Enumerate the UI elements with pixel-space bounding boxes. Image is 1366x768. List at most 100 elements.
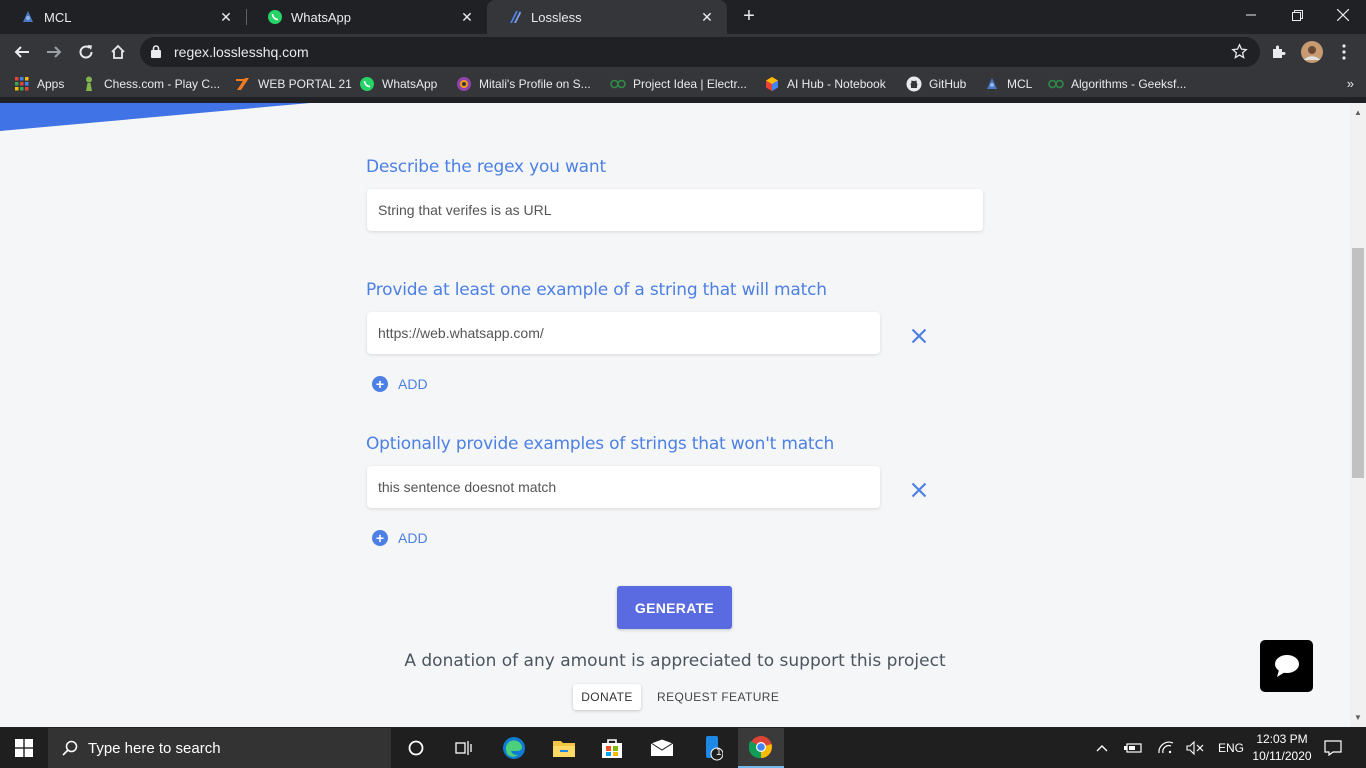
clock-time: 12:03 PM xyxy=(1256,732,1308,746)
home-icon xyxy=(111,44,125,59)
taskbar-search[interactable]: Type here to search xyxy=(48,728,391,768)
match-input[interactable] xyxy=(367,312,880,354)
close-tab-icon[interactable]: ✕ xyxy=(459,9,475,25)
github-icon xyxy=(906,76,922,92)
tab-whatsapp[interactable]: WhatsApp ✕ xyxy=(247,0,487,34)
restore-button[interactable] xyxy=(1274,0,1320,30)
browser-toolbar: regex.losslesshq.com xyxy=(0,34,1366,70)
match-label: Provide at least one example of a string… xyxy=(366,280,827,300)
bookmark-github[interactable]: GitHub xyxy=(906,70,966,98)
bookmark-whatsapp[interactable]: WhatsApp xyxy=(359,70,437,98)
battery-icon[interactable] xyxy=(1122,728,1144,768)
nonmatch-label: Optionally provide examples of strings t… xyxy=(366,434,835,454)
edge-icon xyxy=(503,737,525,759)
chrome-app[interactable] xyxy=(738,728,784,768)
store-app[interactable] xyxy=(590,728,634,768)
edge-app[interactable] xyxy=(492,728,536,768)
scroll-down-icon[interactable]: ▼ xyxy=(1354,713,1362,722)
page-content: Describe the regex you want Provide at l… xyxy=(0,103,1350,727)
geeksforgeeks-icon xyxy=(1048,76,1064,92)
clock[interactable]: 12:03 PM 10/11/2020 xyxy=(1246,731,1318,765)
start-button[interactable] xyxy=(0,728,48,768)
scrollbar-thumb[interactable] xyxy=(1352,248,1364,478)
nonmatch-field[interactable] xyxy=(367,466,880,508)
bookmark-label: Apps xyxy=(37,77,65,91)
bookmark-mitali-profile[interactable]: Mitali's Profile on S... xyxy=(456,70,591,98)
bookmark-chess[interactable]: Chess.com - Play C... xyxy=(81,70,220,98)
add-label: ADD xyxy=(398,376,428,392)
forward-button[interactable] xyxy=(40,38,68,66)
bookmarks-overflow-icon[interactable]: » xyxy=(1347,76,1354,91)
bookmark-label: WEB PORTAL 21 xyxy=(258,77,352,91)
match-field[interactable] xyxy=(367,312,880,354)
bookmark-project-idea[interactable]: Project Idea | Electr... xyxy=(610,70,747,98)
bookmark-label: AI Hub - Notebook xyxy=(787,77,886,91)
add-nonmatch-button[interactable]: + ADD xyxy=(372,528,428,548)
volume-muted-icon[interactable] xyxy=(1184,728,1206,768)
tray-overflow-icon[interactable] xyxy=(1092,728,1112,768)
remove-nonmatch-button[interactable] xyxy=(909,480,929,500)
home-button[interactable] xyxy=(104,38,132,66)
mcl-favicon-icon xyxy=(20,9,36,25)
windows-taskbar: Type here to search 1 ENG 12:03 PM 10/11… xyxy=(0,728,1366,768)
bookmark-web-portal[interactable]: WEB PORTAL 21 xyxy=(235,70,352,98)
describe-field[interactable] xyxy=(367,189,983,231)
back-button[interactable] xyxy=(8,38,36,66)
cortana-circle-icon xyxy=(408,740,424,756)
chat-widget-button[interactable] xyxy=(1260,640,1313,692)
plus-circle-icon: + xyxy=(372,530,388,546)
url-text: regex.losslesshq.com xyxy=(174,44,309,60)
file-explorer-app[interactable] xyxy=(542,728,586,768)
nonmatch-input[interactable] xyxy=(367,466,880,508)
generate-button[interactable]: GENERATE xyxy=(617,586,732,629)
folder-icon xyxy=(553,741,575,757)
task-view-button[interactable] xyxy=(442,728,486,768)
tab-mcl[interactable]: MCL ✕ xyxy=(0,0,246,34)
describe-input[interactable] xyxy=(367,189,983,231)
new-tab-button[interactable]: + xyxy=(738,5,760,27)
extensions-button[interactable] xyxy=(1265,38,1293,66)
reload-button[interactable] xyxy=(72,38,100,66)
tab-title: MCL xyxy=(44,9,72,25)
plus-circle-icon: + xyxy=(372,376,388,392)
wifi-icon[interactable] xyxy=(1154,728,1178,768)
bookmark-label: Algorithms - Geeksf... xyxy=(1071,77,1187,91)
language-indicator[interactable]: ENG xyxy=(1214,728,1248,768)
more-vertical-icon xyxy=(1342,44,1346,60)
phone-badge: 1 xyxy=(716,747,722,758)
bookmark-label: WhatsApp xyxy=(382,77,438,91)
describe-label: Describe the regex you want xyxy=(366,157,606,177)
close-tab-icon[interactable]: ✕ xyxy=(699,9,715,25)
close-window-button[interactable] xyxy=(1320,0,1366,30)
header-decoration xyxy=(0,103,310,131)
chrome-icon xyxy=(749,736,772,759)
bookmark-apps[interactable]: Apps xyxy=(14,70,64,98)
bookmark-mcl[interactable]: MCL xyxy=(984,70,1032,98)
scroll-up-icon[interactable]: ▲ xyxy=(1354,108,1362,117)
request-feature-link[interactable]: REQUEST FEATURE xyxy=(657,684,779,710)
address-bar[interactable]: regex.losslesshq.com xyxy=(140,37,1260,67)
bookmark-star-icon[interactable] xyxy=(1231,43,1248,65)
donate-button[interactable]: DONATE xyxy=(573,684,641,710)
page-scrollbar[interactable]: ▲ ▼ xyxy=(1350,103,1366,727)
lossless-favicon-icon xyxy=(507,9,523,25)
remove-match-button[interactable] xyxy=(909,326,929,346)
minimize-button[interactable] xyxy=(1228,0,1274,30)
bookmark-ai-hub[interactable]: AI Hub - Notebook xyxy=(764,70,886,98)
chess-pawn-icon xyxy=(81,76,97,92)
mail-app[interactable] xyxy=(640,728,684,768)
notifications-icon[interactable] xyxy=(1320,728,1346,768)
whatsapp-favicon-icon xyxy=(267,9,283,25)
cortana-button[interactable] xyxy=(395,728,437,768)
apps-grid-icon xyxy=(14,76,30,92)
bookmark-algorithms[interactable]: Algorithms - Geeksf... xyxy=(1048,70,1186,98)
tab-lossless[interactable]: Lossless ✕ xyxy=(487,0,727,34)
close-tab-icon[interactable]: ✕ xyxy=(218,9,234,25)
close-icon xyxy=(911,328,927,344)
chrome-menu-button[interactable] xyxy=(1330,38,1358,66)
search-icon xyxy=(62,740,78,756)
profile-avatar[interactable] xyxy=(1298,38,1326,66)
phone-app[interactable]: 1 xyxy=(690,728,734,768)
add-match-button[interactable]: + ADD xyxy=(372,374,428,394)
web-portal-logo-icon xyxy=(235,76,251,92)
